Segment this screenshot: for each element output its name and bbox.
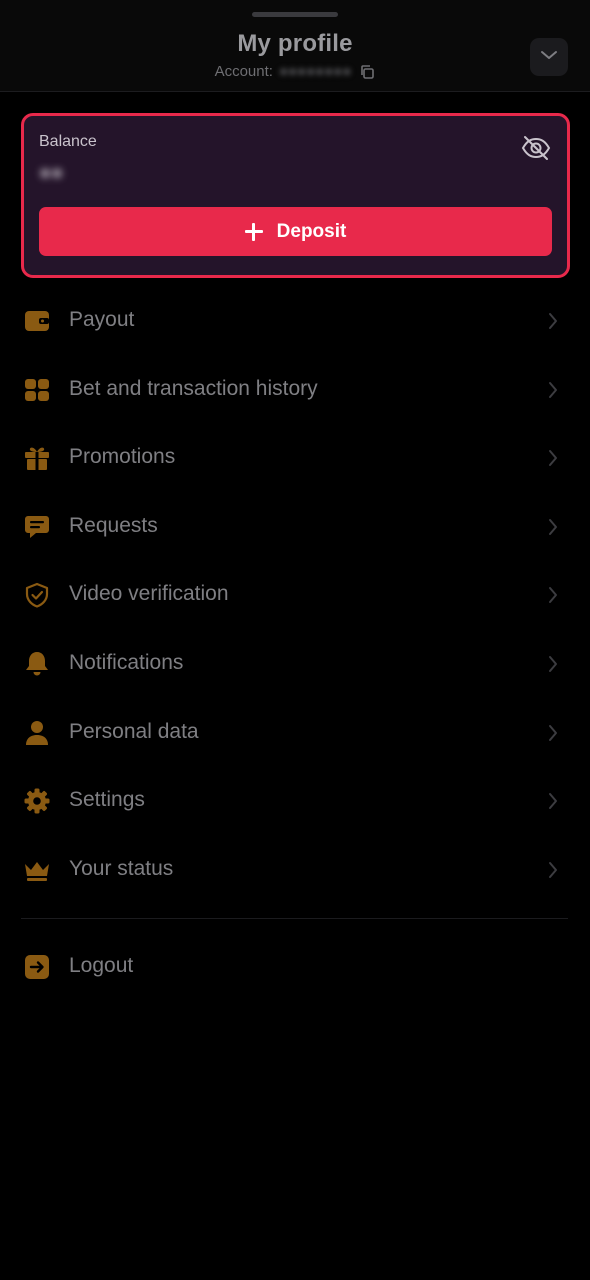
balance-label: Balance	[39, 133, 97, 150]
copy-icon[interactable]	[359, 64, 375, 80]
hide-balance-button[interactable]	[521, 135, 551, 165]
account-label: Account:	[214, 63, 273, 80]
logout-button[interactable]: Logout	[0, 932, 590, 1002]
profile-sheet: My profile Account: ●●●●●●●● Balance ●●	[0, 0, 590, 1280]
menu-item-label: Payout	[69, 308, 135, 331]
deposit-label: Deposit	[276, 220, 347, 242]
menu-item-requests[interactable]: Requests	[0, 493, 590, 562]
menu-item-bet-history[interactable]: Bet and transaction history	[0, 356, 590, 425]
chevron-down-icon	[540, 48, 558, 66]
balance-card: Balance ●● Deposit	[21, 113, 570, 278]
menu-item-notifications[interactable]: Notifications	[0, 630, 590, 699]
logout-label: Logout	[69, 954, 134, 977]
menu-item-personal-data[interactable]: Personal data	[0, 699, 590, 768]
menu-item-label: Notifications	[69, 650, 184, 674]
menu-divider	[21, 918, 568, 919]
chevron-right-icon	[545, 381, 561, 399]
wallet-icon	[24, 308, 50, 334]
menu-item-video-verification[interactable]: Video verification	[0, 561, 590, 630]
chevron-right-icon	[545, 312, 561, 330]
drag-handle[interactable]	[252, 12, 338, 17]
menu-item-label: Bet and transaction history	[69, 376, 318, 400]
plus-icon	[244, 222, 263, 241]
menu-item-payout[interactable]: Payout	[0, 287, 590, 356]
menu-item-label: Video verification	[69, 582, 229, 606]
chat-icon	[24, 514, 50, 540]
menu-item-label: Promotions	[69, 445, 176, 469]
menu-item-label: Your status	[69, 856, 174, 880]
chevron-right-icon	[545, 449, 561, 467]
chevron-right-icon	[545, 586, 561, 604]
account-id: ●●●●●●●●	[278, 63, 352, 80]
gift-icon	[24, 445, 50, 471]
eye-off-icon	[521, 135, 551, 166]
chevron-right-icon	[545, 655, 561, 673]
profile-header: My profile Account: ●●●●●●●●	[0, 0, 590, 92]
deposit-button[interactable]: Deposit	[39, 207, 552, 256]
chevron-right-icon	[545, 518, 561, 536]
chevron-right-icon	[545, 792, 561, 810]
history-icon	[24, 377, 50, 403]
menu-item-settings[interactable]: Settings	[0, 767, 590, 836]
menu-item-your-status[interactable]: Your status	[0, 836, 590, 905]
balance-value: ●●	[39, 162, 64, 184]
menu-item-promotions[interactable]: Promotions	[0, 424, 590, 493]
account-row: Account: ●●●●●●●●	[0, 63, 590, 80]
crown-icon	[24, 857, 50, 883]
bell-icon	[24, 651, 50, 677]
chevron-right-icon	[545, 724, 561, 742]
shield-check-icon	[24, 582, 50, 608]
profile-menu: Payout Bet and transaction history Promo…	[0, 287, 590, 904]
chevron-right-icon	[545, 861, 561, 879]
gear-icon	[24, 788, 50, 814]
collapse-button[interactable]	[530, 38, 568, 76]
page-title: My profile	[237, 30, 353, 57]
menu-item-label: Settings	[69, 788, 145, 812]
logout-icon	[24, 954, 50, 980]
menu-item-label: Requests	[69, 513, 158, 537]
user-icon	[24, 720, 50, 746]
menu-item-label: Personal data	[69, 719, 199, 743]
